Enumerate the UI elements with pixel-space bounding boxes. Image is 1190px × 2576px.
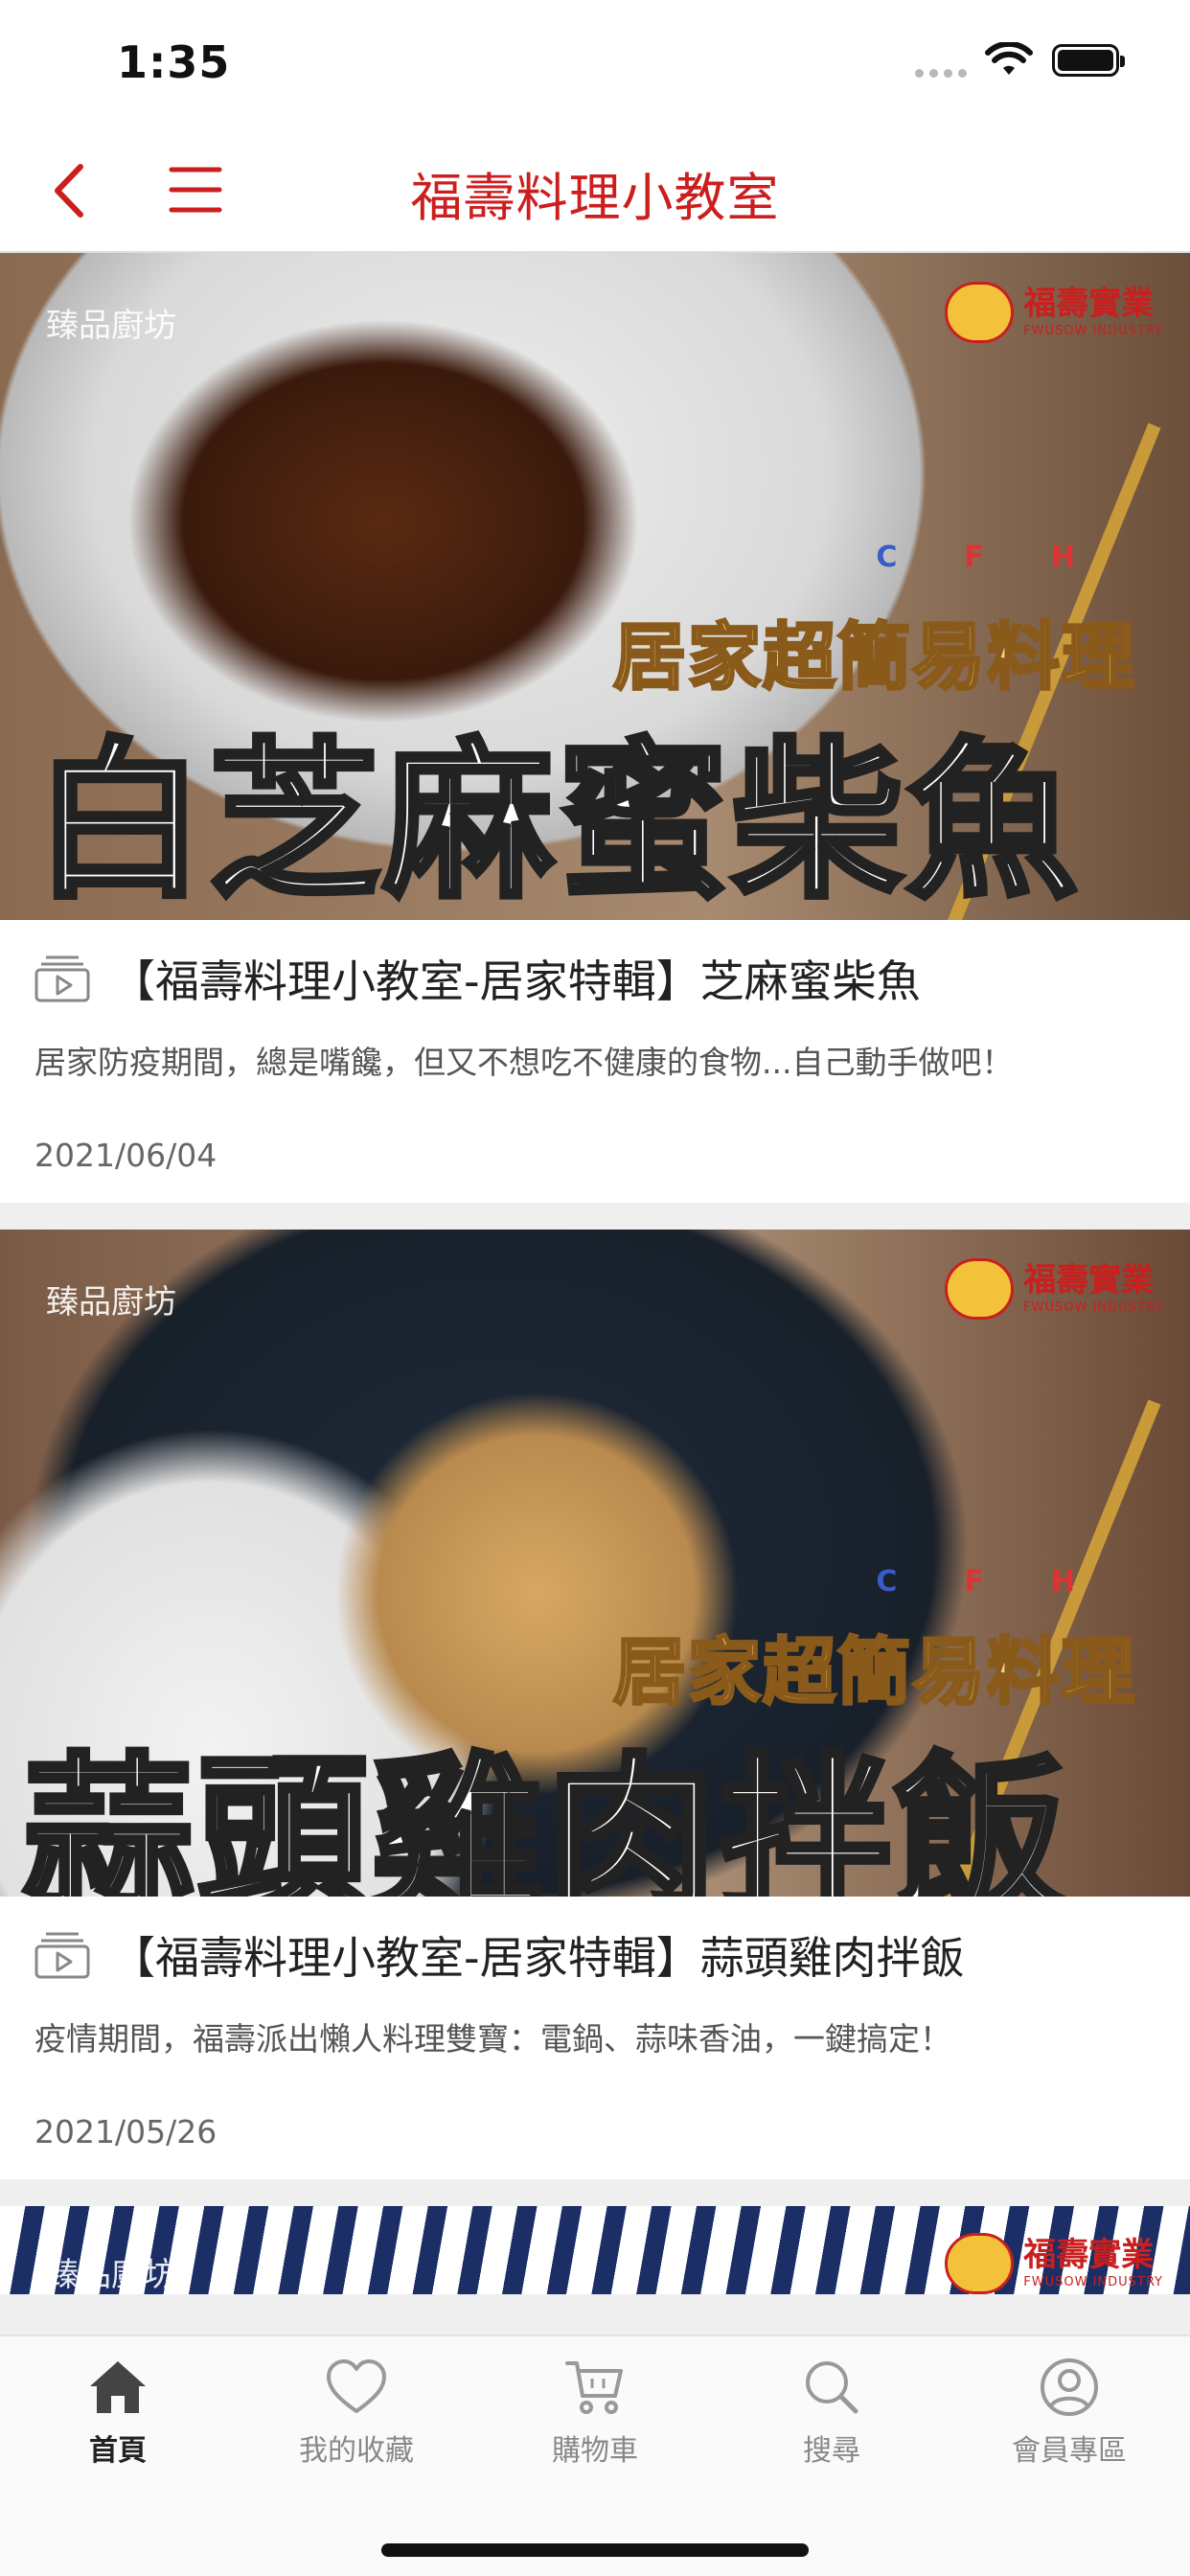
wifi-icon — [985, 42, 1033, 75]
tab-label: 我的收藏 — [299, 2434, 414, 2468]
article-title[interactable]: 【福壽料理小教室-居家特輯】芝麻蜜柴魚 — [111, 947, 921, 1010]
article-thumbnail[interactable]: 臻品廚坊 福壽實業 FWUSOW INDUSTRY — [0, 2206, 1190, 2294]
article-description: 疫情期間，福壽派出懶人料理雙寶：電鍋、蒜味香油，一鍵搞定！ — [34, 2020, 951, 2058]
article-description: 居家防疫期間，總是嘴饞，但又不想吃不健康的食物...自己動手做吧！ — [34, 1044, 1014, 1081]
brand-name-en: FWUSOW INDUSTRY — [1023, 323, 1163, 338]
brand-logo: 福壽實業 FWUSOW INDUSTRY — [945, 2233, 1163, 2294]
home-icon — [90, 2361, 146, 2413]
tab-bar: 首頁 我的收藏 購物車 搜尋 會員專區 — [0, 2334, 1190, 2576]
cfh-c: C — [876, 1565, 898, 1598]
status-bar: 1:35 — [0, 0, 1190, 125]
page-title: 福壽料理小教室 — [410, 168, 780, 228]
tab-label: 會員專區 — [1012, 2434, 1127, 2468]
article-card[interactable]: 臻品廚坊 福壽實業 FWUSOW INDUSTRY C F H 居家超簡易料理 … — [0, 1230, 1190, 2179]
tab-cart[interactable]: 購物車 — [499, 2358, 691, 2469]
tab-label: 搜尋 — [803, 2434, 860, 2468]
article-date: 2021/06/04 — [34, 1137, 217, 1174]
article-date: 2021/05/26 — [34, 2113, 217, 2150]
status-time: 1:35 — [117, 36, 231, 88]
video-icon — [34, 1932, 90, 1979]
nav-bar: 福壽料理小教室 — [0, 125, 1190, 253]
brand-name: 福壽實業 — [1023, 1260, 1155, 1300]
cfh-labels: C F H — [876, 1565, 1075, 1598]
thumbnail-headline: 蒜頭雞肉拌飯 — [20, 1735, 1069, 1897]
tab-home[interactable]: 首頁 — [22, 2358, 214, 2469]
cfh-f: F — [964, 1565, 984, 1598]
thumbnail-headline: 白芝麻蜜柴魚 — [32, 720, 1081, 920]
cfh-h: H — [1050, 540, 1075, 574]
heart-icon — [327, 2359, 386, 2413]
article-thumbnail[interactable]: 臻品廚坊 福壽實業 FWUSOW INDUSTRY C F H 居家超簡易料理 … — [0, 253, 1190, 920]
watermark-text: 臻品廚坊 — [46, 1283, 176, 1322]
cart-icon — [565, 2361, 623, 2414]
watermark-text: 臻品廚坊 — [46, 307, 176, 345]
brand-mascot-icon — [945, 282, 1015, 343]
brand-logo: 福壽實業 FWUSOW INDUSTRY — [945, 282, 1163, 343]
signal-icon — [915, 69, 967, 78]
watermark-text: 臻品廚坊 — [46, 2256, 176, 2294]
tab-search[interactable]: 搜尋 — [736, 2358, 927, 2469]
tab-label: 首頁 — [89, 2434, 147, 2468]
article-body: 【福壽料理小教室-居家特輯】芝麻蜜柴魚 居家防疫期間，總是嘴饞，但又不想吃不健康… — [0, 920, 1190, 1203]
brand-name: 福壽實業 — [1023, 2235, 1155, 2274]
cfh-h: H — [1050, 1565, 1075, 1598]
brand-logo: 福壽實業 FWUSOW INDUSTRY — [945, 1258, 1163, 1320]
brand-mascot-icon — [945, 1258, 1015, 1320]
tab-member[interactable]: 會員專區 — [973, 2358, 1165, 2469]
tab-label: 購物車 — [552, 2434, 638, 2468]
cfh-f: F — [964, 540, 984, 574]
brand-mascot-icon — [945, 2233, 1015, 2294]
brand-name: 福壽實業 — [1023, 284, 1155, 323]
battery-icon — [1052, 44, 1125, 77]
home-indicator — [381, 2543, 809, 2557]
brand-name-en: FWUSOW INDUSTRY — [1023, 2274, 1163, 2289]
article-thumbnail[interactable]: 臻品廚坊 福壽實業 FWUSOW INDUSTRY C F H 居家超簡易料理 … — [0, 1230, 1190, 1897]
cfh-c: C — [876, 540, 898, 574]
article-card[interactable]: 臻品廚坊 福壽實業 FWUSOW INDUSTRY C F H 居家超簡易料理 … — [0, 253, 1190, 1203]
search-icon — [806, 2361, 858, 2414]
brand-name-en: FWUSOW INDUSTRY — [1023, 1300, 1163, 1315]
article-list: 臻品廚坊 福壽實業 FWUSOW INDUSTRY C F H 居家超簡易料理 … — [0, 253, 1190, 2321]
article-body: 【福壽料理小教室-居家特輯】蒜頭雞肉拌飯 疫情期間，福壽派出懶人料理雙寶：電鍋、… — [0, 1897, 1190, 2179]
article-card[interactable]: 臻品廚坊 福壽實業 FWUSOW INDUSTRY — [0, 2206, 1190, 2294]
cfh-labels: C F H — [876, 540, 1075, 574]
user-icon — [1041, 2358, 1098, 2416]
tab-favorites[interactable]: 我的收藏 — [261, 2358, 452, 2469]
video-icon — [34, 955, 90, 1002]
article-title[interactable]: 【福壽料理小教室-居家特輯】蒜頭雞肉拌飯 — [111, 1923, 965, 1987]
